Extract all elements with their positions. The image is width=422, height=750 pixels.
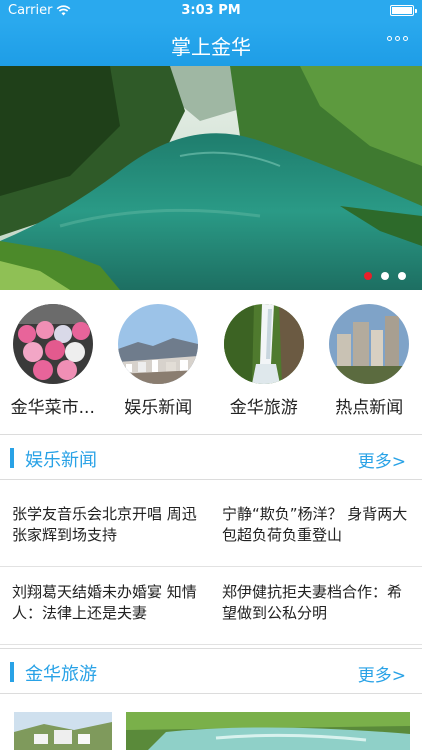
more-dot bbox=[395, 36, 400, 41]
category-label: 金华菜市... bbox=[10, 398, 95, 418]
carousel-dot[interactable] bbox=[381, 272, 389, 280]
nav-bar: 掌上金华 bbox=[0, 22, 422, 66]
tourism-images bbox=[0, 698, 422, 750]
carousel-dot-active[interactable] bbox=[364, 272, 372, 280]
category-label: 娱乐新闻 bbox=[124, 398, 193, 418]
village-photo bbox=[14, 712, 112, 750]
battery-icon bbox=[390, 5, 417, 16]
category-tourism[interactable]: 金华旅游 bbox=[211, 290, 317, 430]
battery-fill bbox=[392, 7, 412, 14]
more-dot bbox=[387, 36, 392, 41]
category-hot-news[interactable]: 热点新闻 bbox=[317, 290, 422, 430]
more-button[interactable]: 更多> bbox=[358, 447, 406, 472]
tourism-image[interactable] bbox=[14, 712, 112, 750]
waterfall-photo bbox=[223, 304, 304, 384]
carousel-indicator[interactable] bbox=[364, 272, 406, 280]
category-entertainment[interactable]: 娱乐新闻 bbox=[106, 290, 212, 430]
news-item[interactable]: 宁静“欺负”杨洋？ 身背两大包超负荷负重登山 bbox=[211, 490, 422, 566]
section-accent-bar bbox=[10, 662, 14, 682]
more-icon[interactable] bbox=[387, 36, 408, 41]
banner-image bbox=[0, 66, 422, 290]
news-item[interactable]: 张学友音乐会北京开唱 周迅张家辉到场支持 bbox=[0, 490, 211, 566]
section-accent-bar bbox=[10, 448, 14, 468]
high-rise-photo bbox=[329, 304, 410, 384]
status-bar: Carrier 3:03 PM bbox=[0, 0, 422, 22]
news-row: 刘翔葛天结婚未办婚宴 知情人：法律上还是夫妻 郑伊健抗拒夫妻档合作：希望做到公私… bbox=[0, 568, 422, 645]
news-item[interactable]: 刘翔葛天结婚未办婚宴 知情人：法律上还是夫妻 bbox=[0, 568, 211, 644]
status-time: 3:03 PM bbox=[181, 3, 241, 18]
category-market[interactable]: 金华菜市... bbox=[0, 290, 106, 430]
section-header-tourism: 金华旅游 更多> bbox=[0, 648, 422, 694]
category-label: 热点新闻 bbox=[335, 398, 404, 418]
section-title: 娱乐新闻 bbox=[25, 450, 97, 471]
tourism-image[interactable] bbox=[126, 712, 410, 750]
page-title: 掌上金华 bbox=[171, 35, 251, 59]
banner-carousel[interactable] bbox=[0, 66, 422, 290]
river-photo bbox=[126, 712, 410, 750]
category-grid: 金华菜市... 娱乐新闻 金华旅游 热点新闻 bbox=[0, 290, 422, 430]
market-umbrellas-photo bbox=[12, 304, 93, 384]
category-label: 金华旅游 bbox=[229, 398, 298, 418]
more-button[interactable]: 更多> bbox=[358, 661, 406, 686]
city-skyline-photo bbox=[118, 304, 199, 384]
more-dot bbox=[403, 36, 408, 41]
news-item[interactable]: 郑伊健抗拒夫妻档合作：希望做到公私分明 bbox=[211, 568, 422, 644]
news-row: 张学友音乐会北京开唱 周迅张家辉到场支持 宁静“欺负”杨洋？ 身背两大包超负荷负… bbox=[0, 490, 422, 567]
section-title: 金华旅游 bbox=[25, 664, 97, 685]
carousel-dot[interactable] bbox=[398, 272, 406, 280]
section-header-entertainment: 娱乐新闻 更多> bbox=[0, 434, 422, 480]
